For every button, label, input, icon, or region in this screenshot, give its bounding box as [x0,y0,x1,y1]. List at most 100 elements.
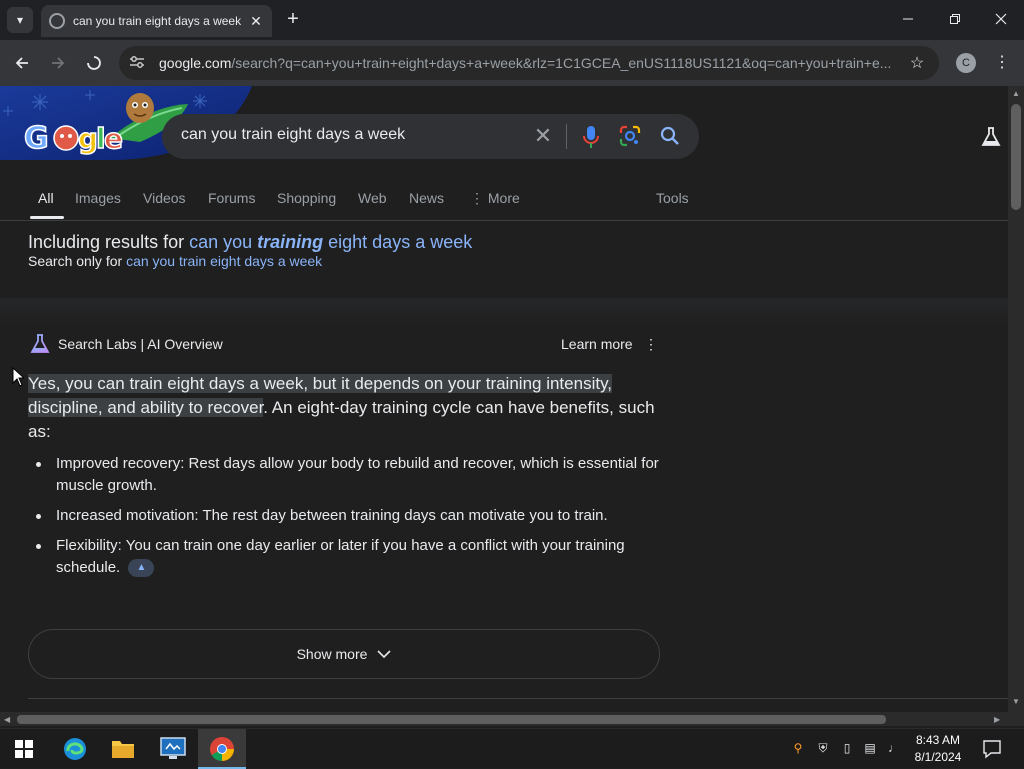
volume-muted-icon[interactable]: ♩ [886,740,902,756]
search-tray-icon[interactable]: ⚲ [790,740,806,756]
tab-forums[interactable]: Forums [208,190,255,206]
new-tab-button[interactable]: + [282,8,304,30]
svg-text:G: G [24,121,49,156]
list-item: Flexibility: You can train one day earli… [28,535,660,579]
list-item: Improved recovery: Rest days allow your … [28,453,660,497]
tab-list-icon: ▾ [16,13,24,27]
tabs-divider [0,220,1008,221]
back-button[interactable] [10,51,34,75]
scroll-down-icon[interactable]: ▼ [1012,698,1020,706]
address-bar[interactable]: google.com/search?q=can+you+train+eight+… [119,46,939,80]
ai-overview-header: Search Labs | AI Overview Learn more ⋮ [28,334,660,356]
labs-flask-icon [30,334,50,353]
microphone-icon[interactable] [580,124,602,150]
original-query-link[interactable]: can you train eight days a week [126,253,322,269]
chrome-taskbar-active[interactable] [198,729,246,769]
active-tab-indicator [30,216,64,219]
search-icon[interactable] [659,125,681,147]
vertical-scrollbar[interactable]: ▲ ▼ [1008,86,1024,712]
including-prefix: Including results for [28,232,185,252]
back-icon [15,57,28,69]
tab-news[interactable]: News [409,190,444,206]
scroll-up-icon[interactable]: ▲ [1012,90,1020,98]
close-icon [995,13,1007,25]
forward-button[interactable] [46,51,70,75]
more-dots-icon: ⋮ [470,190,484,206]
chevron-down-icon [377,650,391,659]
bookmark-star-icon[interactable]: ☆ [905,53,929,73]
corrected-query-pre: can you [189,232,258,252]
kebab-menu-icon[interactable]: ⋮ [992,52,1012,74]
collapse-chevron-up-icon[interactable]: ▲ [128,559,155,578]
clock-date: 8/1/2024 [914,750,962,764]
network-icon[interactable]: ▤ [862,740,878,756]
windows-taskbar: ⚲ ⛨ ▯ ▤ ♩ 8:43 AM 8/1/2024 [0,728,1024,769]
tab-web[interactable]: Web [358,190,387,206]
browser-title-bar: ▾ can you train eight days a week ✕ + [0,0,1024,40]
search-box[interactable]: can you train eight days a week ✕ [162,114,699,159]
ai-overview-menu-icon[interactable]: ⋮ [644,334,658,354]
close-window-button[interactable] [986,8,1016,32]
scrollbar-corner [1008,712,1024,726]
browser-toolbar: google.com/search?q=can+you+train+eight+… [0,40,1024,86]
loading-favicon-icon [49,13,65,29]
show-more-button[interactable]: Show more [28,629,660,679]
restore-button[interactable] [940,8,970,32]
learn-more-link[interactable]: Learn more [561,336,633,352]
scroll-left-icon[interactable]: ◀ [4,715,10,724]
list-item-text: Increased motivation: The rest day betwe… [56,507,608,524]
close-tab-button[interactable]: ✕ [248,13,264,30]
forward-icon [52,57,65,69]
page-viewport: G g l e can you train eight days a week … [0,86,1008,712]
tab-images[interactable]: Images [75,190,121,206]
corrected-query-link[interactable]: can you training eight days a week [189,232,472,252]
remote-desktop-icon[interactable] [159,735,187,763]
profile-avatar[interactable]: C [956,53,976,73]
svg-text:e: e [104,122,123,155]
ai-overview-answer: Yes, you can train eight days a week, bu… [28,372,660,444]
stop-loading-button[interactable] [82,51,106,75]
corrected-query-post: eight days a week [323,232,473,252]
clear-search-button[interactable]: ✕ [531,124,555,148]
battery-icon[interactable]: ▯ [839,740,855,756]
tab-list-button[interactable]: ▾ [7,7,33,33]
search-box-divider [566,124,567,149]
show-more-label: Show more [296,646,368,662]
chrome-icon [208,735,236,763]
tab-shopping[interactable]: Shopping [277,190,336,206]
security-shield-icon[interactable]: ⛨ [815,740,831,756]
mouse-cursor-icon [12,367,24,387]
section-separator-band [0,298,1008,324]
minimize-button[interactable] [893,8,923,32]
url-host: google.com [159,55,232,71]
search-only-prefix: Search only for [28,253,123,269]
tab-more[interactable]: ⋮ More [470,190,520,207]
results-divider [28,698,1008,699]
url-text[interactable]: google.com/search?q=can+you+train+eight+… [159,55,905,71]
tab-videos[interactable]: Videos [143,190,186,206]
file-explorer-icon[interactable] [109,735,137,763]
edge-icon[interactable] [61,735,89,763]
minimize-icon [903,18,913,20]
windows-start-icon[interactable] [10,735,38,763]
labs-flask-icon[interactable] [980,126,1002,148]
notification-center-icon[interactable] [982,739,1002,759]
horizontal-scroll-thumb[interactable] [17,715,886,724]
system-clock[interactable]: 8:43 AM 8/1/2024 [910,732,966,766]
restore-icon [950,14,960,24]
list-item-text: Improved recovery: Rest days allow your … [56,455,659,494]
tab-more-label: More [487,190,520,206]
google-lens-icon[interactable] [619,125,641,147]
tools-button[interactable]: Tools [656,190,689,206]
scroll-right-icon[interactable]: ▶ [994,715,1000,724]
browser-tab-active[interactable]: can you train eight days a week ✕ [41,5,272,37]
corrected-query-emph: training [257,232,324,252]
vertical-scroll-thumb[interactable] [1011,104,1021,210]
clock-time: 8:43 AM [915,733,961,747]
search-query-text[interactable]: can you train eight days a week [181,126,405,144]
site-info-icon[interactable] [129,55,147,72]
horizontal-scrollbar[interactable]: ◀ ▶ [0,712,1008,726]
tab-all[interactable]: All [38,190,54,206]
url-path: /search?q=can+you+train+eight+days+a+wee… [231,55,892,71]
search-only-line: Search only for can you train eight days… [28,253,322,269]
